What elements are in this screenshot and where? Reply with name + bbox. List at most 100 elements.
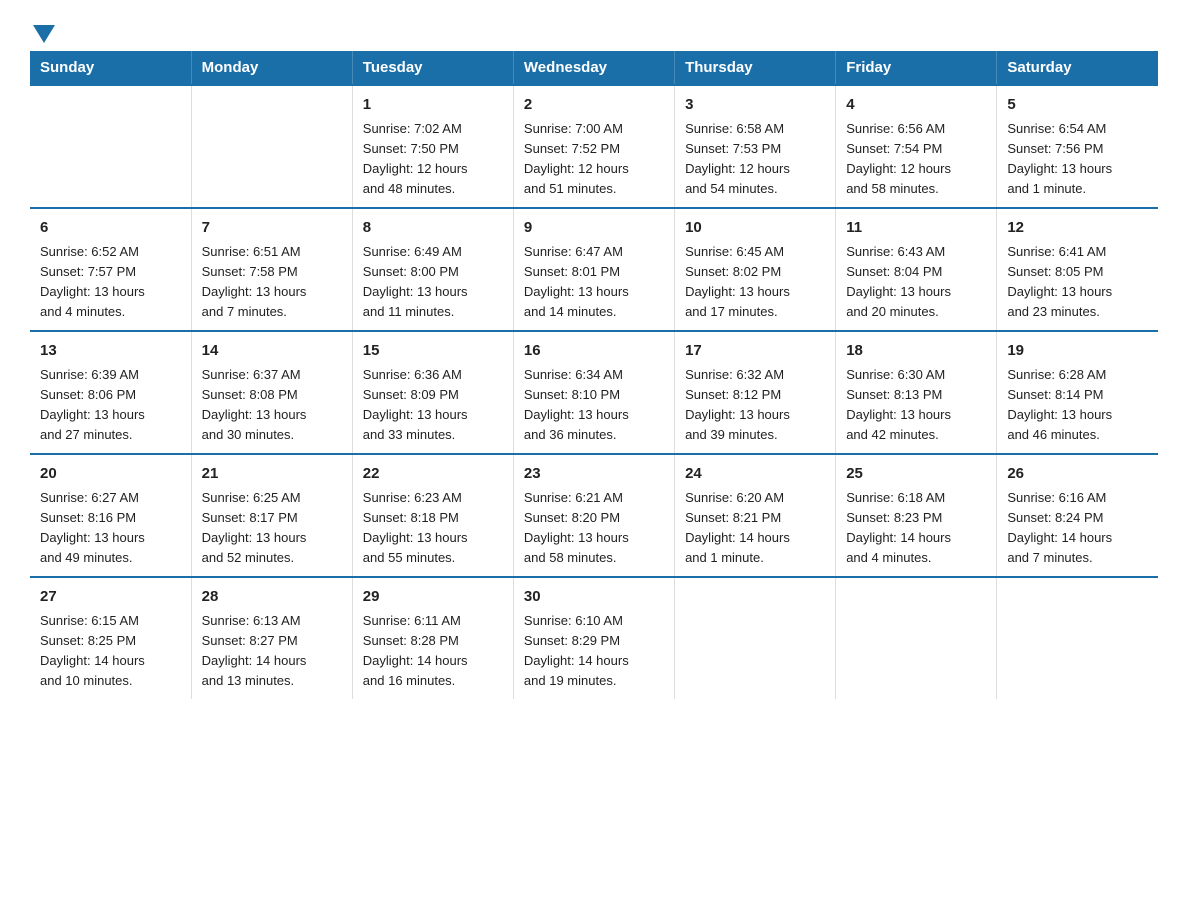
calendar-week-row: 20 Sunrise: 6:27 AM Sunset: 8:16 PM Dayli… — [30, 454, 1158, 577]
day-number: 20 — [40, 463, 181, 486]
day-info: Sunrise: 6:10 AM Sunset: 8:29 PM Dayligh… — [524, 613, 629, 688]
day-info: Sunrise: 6:41 AM Sunset: 8:05 PM Dayligh… — [1007, 244, 1112, 319]
calendar-cell: 28 Sunrise: 6:13 AM Sunset: 8:27 PM Dayli… — [191, 577, 352, 699]
calendar-cell — [675, 577, 836, 699]
day-number: 22 — [363, 463, 503, 486]
day-number: 19 — [1007, 340, 1148, 363]
day-info: Sunrise: 7:00 AM Sunset: 7:52 PM Dayligh… — [524, 121, 629, 196]
day-number: 21 — [202, 463, 342, 486]
page-header — [30, 20, 1158, 41]
day-number: 16 — [524, 340, 664, 363]
calendar-cell: 3 Sunrise: 6:58 AM Sunset: 7:53 PM Daylig… — [675, 85, 836, 208]
day-info: Sunrise: 6:11 AM Sunset: 8:28 PM Dayligh… — [363, 613, 468, 688]
day-info: Sunrise: 6:54 AM Sunset: 7:56 PM Dayligh… — [1007, 121, 1112, 196]
calendar-cell: 25 Sunrise: 6:18 AM Sunset: 8:23 PM Dayli… — [836, 454, 997, 577]
calendar-cell: 17 Sunrise: 6:32 AM Sunset: 8:12 PM Dayli… — [675, 331, 836, 454]
day-number: 2 — [524, 94, 664, 117]
day-info: Sunrise: 6:34 AM Sunset: 8:10 PM Dayligh… — [524, 367, 629, 442]
day-info: Sunrise: 7:02 AM Sunset: 7:50 PM Dayligh… — [363, 121, 468, 196]
day-info: Sunrise: 6:30 AM Sunset: 8:13 PM Dayligh… — [846, 367, 951, 442]
day-info: Sunrise: 6:18 AM Sunset: 8:23 PM Dayligh… — [846, 490, 951, 565]
day-number: 29 — [363, 586, 503, 609]
calendar-cell: 26 Sunrise: 6:16 AM Sunset: 8:24 PM Dayli… — [997, 454, 1158, 577]
day-number: 3 — [685, 94, 825, 117]
calendar-cell: 14 Sunrise: 6:37 AM Sunset: 8:08 PM Dayli… — [191, 331, 352, 454]
day-number: 8 — [363, 217, 503, 240]
calendar-cell: 23Sunrise: 6:21 AM Sunset: 8:20 PM Dayli… — [513, 454, 674, 577]
calendar-cell: 8 Sunrise: 6:49 AM Sunset: 8:00 PM Daylig… — [352, 208, 513, 331]
day-number: 11 — [846, 217, 986, 240]
day-info: Sunrise: 6:20 AM Sunset: 8:21 PM Dayligh… — [685, 490, 790, 565]
day-number: 23 — [524, 463, 664, 486]
calendar-cell: 4 Sunrise: 6:56 AM Sunset: 7:54 PM Daylig… — [836, 85, 997, 208]
col-header-friday: Friday — [836, 51, 997, 85]
calendar-cell: 2 Sunrise: 7:00 AM Sunset: 7:52 PM Daylig… — [513, 85, 674, 208]
day-info: Sunrise: 6:28 AM Sunset: 8:14 PM Dayligh… — [1007, 367, 1112, 442]
col-header-monday: Monday — [191, 51, 352, 85]
day-info: Sunrise: 6:16 AM Sunset: 8:24 PM Dayligh… — [1007, 490, 1112, 565]
calendar-cell: 1 Sunrise: 7:02 AM Sunset: 7:50 PM Daylig… — [352, 85, 513, 208]
day-number: 10 — [685, 217, 825, 240]
day-info: Sunrise: 6:52 AM Sunset: 7:57 PM Dayligh… — [40, 244, 145, 319]
col-header-thursday: Thursday — [675, 51, 836, 85]
calendar-cell: 22 Sunrise: 6:23 AM Sunset: 8:18 PM Dayli… — [352, 454, 513, 577]
calendar-cell: 20 Sunrise: 6:27 AM Sunset: 8:16 PM Dayli… — [30, 454, 191, 577]
calendar-cell: 24 Sunrise: 6:20 AM Sunset: 8:21 PM Dayli… — [675, 454, 836, 577]
day-number: 27 — [40, 586, 181, 609]
day-number: 15 — [363, 340, 503, 363]
day-info: Sunrise: 6:23 AM Sunset: 8:18 PM Dayligh… — [363, 490, 468, 565]
day-number: 28 — [202, 586, 342, 609]
day-info: Sunrise: 6:15 AM Sunset: 8:25 PM Dayligh… — [40, 613, 145, 688]
calendar-header-row: SundayMondayTuesdayWednesdayThursdayFrid… — [30, 51, 1158, 85]
day-info: Sunrise: 6:56 AM Sunset: 7:54 PM Dayligh… — [846, 121, 951, 196]
day-info: Sunrise: 6:43 AM Sunset: 8:04 PM Dayligh… — [846, 244, 951, 319]
calendar-cell: 10 Sunrise: 6:45 AM Sunset: 8:02 PM Dayli… — [675, 208, 836, 331]
calendar-cell: 6 Sunrise: 6:52 AM Sunset: 7:57 PM Daylig… — [30, 208, 191, 331]
calendar-cell: 7Sunrise: 6:51 AM Sunset: 7:58 PM Daylig… — [191, 208, 352, 331]
calendar-table: SundayMondayTuesdayWednesdayThursdayFrid… — [30, 51, 1158, 699]
calendar-cell: 19 Sunrise: 6:28 AM Sunset: 8:14 PM Dayli… — [997, 331, 1158, 454]
day-info: Sunrise: 6:45 AM Sunset: 8:02 PM Dayligh… — [685, 244, 790, 319]
day-number: 12 — [1007, 217, 1148, 240]
day-number: 26 — [1007, 463, 1148, 486]
day-number: 9 — [524, 217, 664, 240]
day-info: Sunrise: 6:39 AM Sunset: 8:06 PM Dayligh… — [40, 367, 145, 442]
day-number: 5 — [1007, 94, 1148, 117]
calendar-week-row: 6 Sunrise: 6:52 AM Sunset: 7:57 PM Daylig… — [30, 208, 1158, 331]
logo-triangle-icon — [33, 25, 55, 43]
calendar-cell — [836, 577, 997, 699]
day-info: Sunrise: 6:47 AM Sunset: 8:01 PM Dayligh… — [524, 244, 629, 319]
day-info: Sunrise: 6:51 AM Sunset: 7:58 PM Dayligh… — [202, 244, 307, 319]
calendar-cell: 5 Sunrise: 6:54 AM Sunset: 7:56 PM Daylig… — [997, 85, 1158, 208]
day-number: 6 — [40, 217, 181, 240]
calendar-cell: 11 Sunrise: 6:43 AM Sunset: 8:04 PM Dayli… — [836, 208, 997, 331]
calendar-cell: 18Sunrise: 6:30 AM Sunset: 8:13 PM Dayli… — [836, 331, 997, 454]
col-header-wednesday: Wednesday — [513, 51, 674, 85]
calendar-cell: 21Sunrise: 6:25 AM Sunset: 8:17 PM Dayli… — [191, 454, 352, 577]
day-number: 24 — [685, 463, 825, 486]
calendar-cell: 9 Sunrise: 6:47 AM Sunset: 8:01 PM Daylig… — [513, 208, 674, 331]
calendar-week-row: 1 Sunrise: 7:02 AM Sunset: 7:50 PM Daylig… — [30, 85, 1158, 208]
calendar-cell — [30, 85, 191, 208]
col-header-tuesday: Tuesday — [352, 51, 513, 85]
day-info: Sunrise: 6:58 AM Sunset: 7:53 PM Dayligh… — [685, 121, 790, 196]
calendar-cell: 15 Sunrise: 6:36 AM Sunset: 8:09 PM Dayli… — [352, 331, 513, 454]
calendar-cell: 29 Sunrise: 6:11 AM Sunset: 8:28 PM Dayli… — [352, 577, 513, 699]
logo — [30, 20, 55, 41]
calendar-cell: 27 Sunrise: 6:15 AM Sunset: 8:25 PM Dayli… — [30, 577, 191, 699]
day-number: 4 — [846, 94, 986, 117]
calendar-cell: 16 Sunrise: 6:34 AM Sunset: 8:10 PM Dayli… — [513, 331, 674, 454]
calendar-cell: 13Sunrise: 6:39 AM Sunset: 8:06 PM Dayli… — [30, 331, 191, 454]
day-info: Sunrise: 6:37 AM Sunset: 8:08 PM Dayligh… — [202, 367, 307, 442]
day-info: Sunrise: 6:36 AM Sunset: 8:09 PM Dayligh… — [363, 367, 468, 442]
calendar-week-row: 27 Sunrise: 6:15 AM Sunset: 8:25 PM Dayli… — [30, 577, 1158, 699]
day-info: Sunrise: 6:32 AM Sunset: 8:12 PM Dayligh… — [685, 367, 790, 442]
day-info: Sunrise: 6:13 AM Sunset: 8:27 PM Dayligh… — [202, 613, 307, 688]
day-number: 14 — [202, 340, 342, 363]
day-info: Sunrise: 6:49 AM Sunset: 8:00 PM Dayligh… — [363, 244, 468, 319]
day-number: 25 — [846, 463, 986, 486]
day-number: 17 — [685, 340, 825, 363]
day-number: 1 — [363, 94, 503, 117]
day-info: Sunrise: 6:27 AM Sunset: 8:16 PM Dayligh… — [40, 490, 145, 565]
col-header-sunday: Sunday — [30, 51, 191, 85]
